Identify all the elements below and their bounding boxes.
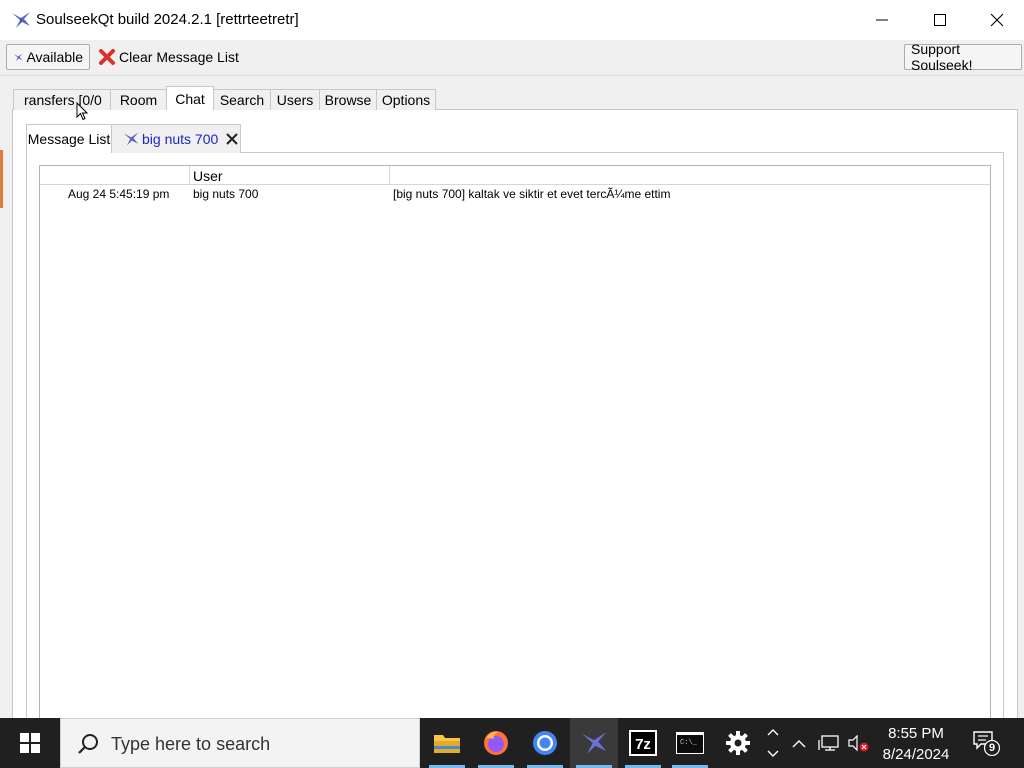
network-icon bbox=[818, 735, 839, 751]
minimize-icon bbox=[876, 19, 888, 21]
chrome-icon bbox=[533, 731, 557, 755]
show-hidden-icons-button[interactable] bbox=[786, 718, 812, 768]
volume-button[interactable] bbox=[845, 718, 871, 768]
row-user: big nuts 700 bbox=[193, 187, 259, 201]
available-label: Available bbox=[26, 49, 83, 65]
soulseek-bird-icon bbox=[13, 53, 23, 61]
start-button[interactable] bbox=[0, 718, 60, 768]
7zip-icon: 7z bbox=[629, 730, 657, 756]
settings-button[interactable] bbox=[714, 718, 762, 768]
row-message: [big nuts 700] kaltak ve siktir et evet … bbox=[393, 187, 671, 201]
taskbar-scroll[interactable] bbox=[764, 718, 782, 768]
column-header-message[interactable] bbox=[390, 166, 990, 185]
clock-date: 8/24/2024 bbox=[882, 746, 950, 763]
subtab-user-chat[interactable]: big nuts 700 bbox=[111, 124, 241, 153]
tab-transfers[interactable]: ransfers [0/0 bbox=[13, 89, 111, 110]
column-header-time[interactable] bbox=[40, 166, 190, 185]
windows-taskbar: Type here to search 7z C:\_ 8:55 PM 8/24… bbox=[0, 718, 1024, 768]
firefox-button[interactable] bbox=[472, 718, 520, 768]
file-explorer-button[interactable] bbox=[423, 718, 471, 768]
maximize-button[interactable] bbox=[911, 0, 969, 40]
chevron-up-icon bbox=[792, 739, 806, 747]
tab-options[interactable]: Options bbox=[376, 89, 436, 110]
gear-icon bbox=[726, 731, 750, 755]
table-header: User bbox=[40, 166, 990, 185]
tab-users[interactable]: Users bbox=[270, 89, 320, 110]
search-placeholder: Type here to search bbox=[111, 734, 271, 754]
notification-count: 9 bbox=[988, 742, 996, 754]
svg-text:C:\_: C:\_ bbox=[680, 739, 698, 747]
tab-browse[interactable]: Browse bbox=[319, 89, 377, 110]
network-status-button[interactable] bbox=[814, 718, 844, 768]
window-title: SoulseekQt build 2024.2.1 [rettrteetretr… bbox=[36, 11, 299, 28]
soulseek-bird-icon bbox=[581, 732, 607, 754]
title-bar[interactable]: SoulseekQt build 2024.2.1 [rettrteetretr… bbox=[0, 0, 1024, 40]
soulseek-bird-icon bbox=[123, 132, 139, 146]
search-icon bbox=[78, 734, 98, 754]
firefox-icon bbox=[484, 731, 508, 755]
volume-muted-icon bbox=[848, 734, 869, 752]
clock-time: 8:55 PM bbox=[888, 725, 944, 742]
subtab-message-list[interactable]: Message List bbox=[26, 124, 112, 153]
toolbar: Available Clear Message List Support Sou… bbox=[0, 40, 1024, 76]
chrome-button[interactable] bbox=[521, 718, 569, 768]
close-tab-icon[interactable] bbox=[226, 133, 239, 145]
taskbar-search-box[interactable]: Type here to search bbox=[60, 718, 420, 768]
close-icon bbox=[990, 13, 1004, 27]
maximize-icon bbox=[934, 14, 946, 26]
tab-room[interactable]: Room bbox=[110, 89, 167, 110]
svg-text:7z: 7z bbox=[635, 736, 651, 753]
table-row[interactable]: Aug 24 5:45:19 pm big nuts 700 [big nuts… bbox=[40, 186, 990, 202]
subtab-user-chat-label: big nuts 700 bbox=[142, 131, 219, 147]
terminal-icon: C:\_ bbox=[676, 732, 704, 754]
chevron-down-icon bbox=[767, 750, 779, 757]
windows-logo-icon bbox=[20, 733, 40, 753]
close-button[interactable] bbox=[968, 0, 1024, 40]
soulseek-bird-icon bbox=[12, 12, 30, 28]
column-header-user[interactable]: User bbox=[190, 166, 390, 185]
red-x-icon bbox=[99, 49, 115, 65]
action-center-button[interactable]: 9 bbox=[966, 718, 1006, 768]
clear-message-list-label: Clear Message List bbox=[119, 49, 239, 65]
chat-sub-tab-bar: Message List big nuts 700 bbox=[26, 124, 241, 153]
soulseek-taskbar-button[interactable] bbox=[570, 718, 618, 768]
folder-icon bbox=[434, 735, 460, 753]
chevron-up-icon bbox=[767, 729, 779, 736]
command-prompt-button[interactable]: C:\_ bbox=[666, 718, 714, 768]
minimize-button[interactable] bbox=[853, 0, 911, 40]
support-soulseek-button[interactable]: Support Soulseek! bbox=[904, 41, 1022, 73]
tab-search[interactable]: Search bbox=[213, 89, 271, 110]
taskbar-clock[interactable]: 8:55 PM 8/24/2024 bbox=[872, 723, 960, 765]
clear-message-list-button[interactable]: Clear Message List bbox=[92, 44, 245, 70]
left-edge-accent bbox=[0, 150, 3, 208]
available-status-button[interactable]: Available bbox=[6, 44, 90, 70]
7zip-button[interactable]: 7z bbox=[619, 718, 667, 768]
message-list-table: User Aug 24 5:45:19 pm big nuts 700 [big… bbox=[39, 165, 991, 718]
row-time: Aug 24 5:45:19 pm bbox=[68, 187, 170, 201]
tab-chat[interactable]: Chat bbox=[166, 86, 214, 110]
soulseek-window: SoulseekQt build 2024.2.1 [rettrteetretr… bbox=[0, 0, 1024, 718]
mouse-cursor-icon bbox=[76, 102, 88, 121]
